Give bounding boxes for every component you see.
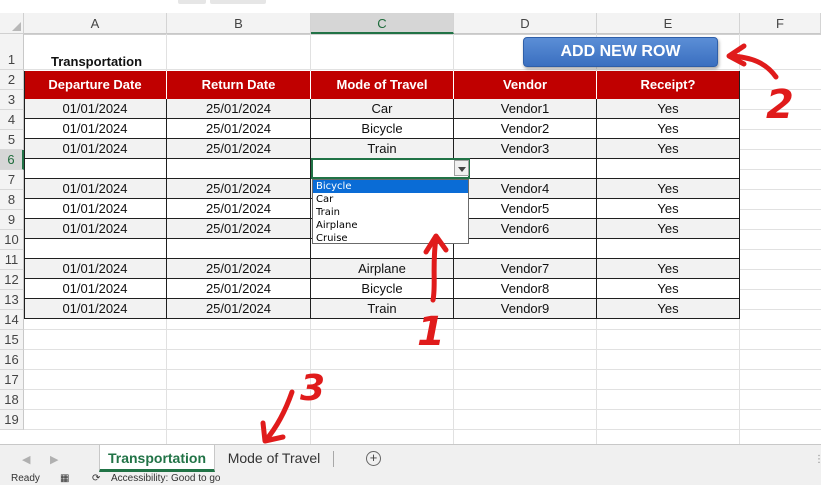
dropdown-option-train[interactable]: Train — [313, 206, 468, 219]
row-header-7[interactable]: 7 — [0, 170, 24, 190]
row-header-3[interactable]: 3 — [0, 90, 24, 110]
add-sheet-icon[interactable]: + — [366, 451, 381, 466]
row-header-10[interactable]: 10 — [0, 230, 24, 250]
row-header-17[interactable]: 17 — [0, 370, 24, 390]
sheet-title-cell[interactable]: Transportation — [25, 54, 167, 70]
status-ready: Ready — [11, 473, 40, 484]
sheet-tab-bar: ◀ ▶ Transportation Mode of Travel + ⋮ — [0, 444, 821, 473]
accessibility-status[interactable]: Accessibility: Good to go — [111, 473, 221, 485]
row-header-8[interactable]: 8 — [0, 190, 24, 210]
column-header-d[interactable]: D — [454, 13, 597, 34]
accessibility-icon[interactable]: ⟳ — [92, 473, 100, 485]
dropdown-option-bicycle[interactable]: Bicycle — [313, 180, 468, 193]
row-header-4[interactable]: 4 — [0, 110, 24, 130]
row-header-14[interactable]: 14 — [0, 310, 24, 330]
column-header-b[interactable]: B — [167, 13, 311, 34]
gridline-h — [24, 349, 821, 350]
gridline-h — [24, 409, 821, 410]
row-header-11[interactable]: 11 — [0, 250, 24, 270]
active-cell-mode-of-travel[interactable] — [311, 158, 470, 179]
row-header-6[interactable]: 6 — [0, 150, 24, 170]
gridline-h — [24, 429, 821, 430]
row-header-19[interactable]: 19 — [0, 410, 24, 430]
row-header-5[interactable]: 5 — [0, 130, 24, 150]
tab-mode-of-travel[interactable]: Mode of Travel — [218, 445, 330, 472]
tab-separator — [333, 451, 334, 467]
select-all-corner[interactable] — [0, 13, 24, 34]
row-header-18[interactable]: 18 — [0, 390, 24, 410]
ribbon-tab-hint — [210, 0, 266, 4]
column-header-e[interactable]: E — [597, 13, 740, 34]
dropdown-option-airplane[interactable]: Airplane — [313, 219, 468, 232]
dropdown-option-car[interactable]: Car — [313, 193, 468, 206]
row-header-15[interactable]: 15 — [0, 330, 24, 350]
row-header-13[interactable]: 13 — [0, 290, 24, 310]
add-new-row-button[interactable]: ADD NEW ROW — [523, 37, 718, 67]
mode-of-travel-dropdown-list[interactable]: Bicycle Car Train Airplane Cruise — [312, 179, 469, 244]
gridline-h — [24, 369, 821, 370]
ribbon-edge — [0, 0, 821, 4]
ribbon-tab-hint — [178, 0, 206, 4]
row-header-16[interactable]: 16 — [0, 350, 24, 370]
column-header-f[interactable]: F — [740, 13, 821, 34]
spreadsheet-grid[interactable]: ABCDEF 1 2 3 4 5 6 7 8 9 10 11 12 13 14 15 16 17 18 19 Tra… — [0, 0, 821, 444]
row-header-1[interactable]: 1 — [0, 34, 24, 70]
gridline-h — [24, 329, 821, 330]
row-header-2[interactable]: 2 — [0, 70, 24, 90]
more-options-icon[interactable]: ⋮ — [814, 454, 821, 465]
dropdown-option-cruise[interactable]: Cruise — [313, 232, 468, 245]
dropdown-arrow-icon[interactable] — [454, 160, 469, 176]
tab-transportation[interactable]: Transportation — [99, 445, 215, 472]
status-bar: Ready ▦ ⟳ Accessibility: Good to go — [0, 473, 821, 485]
row-header-9[interactable]: 9 — [0, 210, 24, 230]
scroll-left-icon[interactable]: ◀ — [22, 453, 30, 466]
column-header-a[interactable]: A — [24, 13, 167, 34]
column-header-c[interactable]: C — [311, 13, 454, 34]
macro-record-icon[interactable]: ▦ — [60, 473, 69, 485]
gridline-h — [24, 389, 821, 390]
scroll-right-icon[interactable]: ▶ — [50, 453, 58, 466]
row-header-12[interactable]: 12 — [0, 270, 24, 290]
